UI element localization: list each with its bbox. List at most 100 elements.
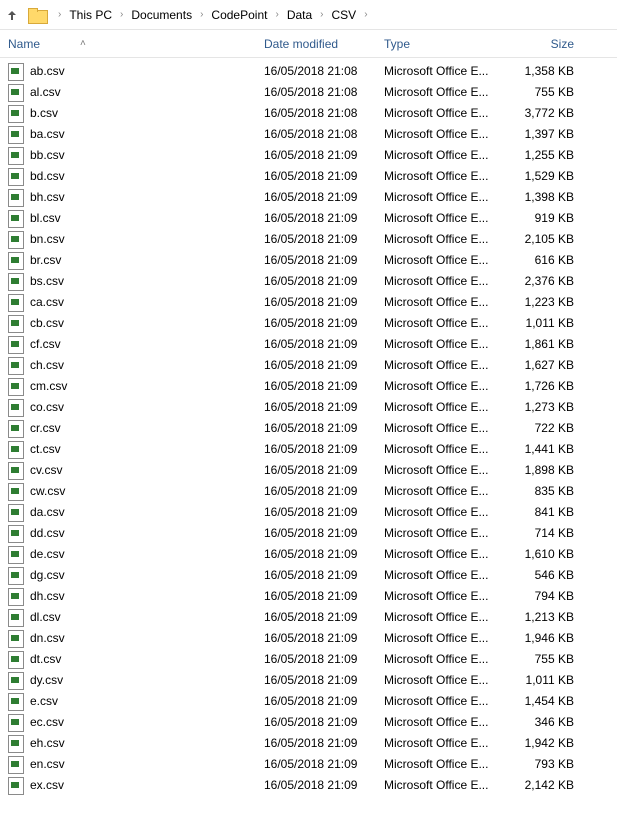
file-row[interactable]: ct.csv16/05/2018 21:09Microsoft Office E…: [0, 438, 617, 459]
file-name: dh.csv: [30, 589, 264, 603]
file-row[interactable]: da.csv16/05/2018 21:09Microsoft Office E…: [0, 501, 617, 522]
csv-file-icon: [8, 210, 24, 226]
column-header-size[interactable]: Size: [504, 37, 584, 51]
file-row[interactable]: bd.csv16/05/2018 21:09Microsoft Office E…: [0, 165, 617, 186]
chevron-right-icon[interactable]: ›: [120, 9, 123, 20]
csv-file-icon: [8, 63, 24, 79]
csv-file-icon: [8, 693, 24, 709]
file-size: 546 KB: [504, 568, 584, 582]
column-header-date[interactable]: Date modified: [264, 37, 384, 51]
up-arrow-icon[interactable]: [4, 7, 20, 23]
file-row[interactable]: ca.csv16/05/2018 21:09Microsoft Office E…: [0, 291, 617, 312]
breadcrumb-item[interactable]: CSV: [330, 6, 359, 24]
column-header-name[interactable]: Name ˄: [8, 37, 264, 51]
file-size: 2,376 KB: [504, 274, 584, 288]
chevron-right-icon[interactable]: ›: [200, 9, 203, 20]
file-row[interactable]: co.csv16/05/2018 21:09Microsoft Office E…: [0, 396, 617, 417]
file-date: 16/05/2018 21:09: [264, 358, 384, 372]
file-date: 16/05/2018 21:09: [264, 421, 384, 435]
file-date: 16/05/2018 21:09: [264, 505, 384, 519]
file-name: cf.csv: [30, 337, 264, 351]
csv-file-icon: [8, 462, 24, 478]
chevron-right-icon[interactable]: ›: [58, 9, 61, 20]
file-size: 1,627 KB: [504, 358, 584, 372]
file-row[interactable]: dh.csv16/05/2018 21:09Microsoft Office E…: [0, 585, 617, 606]
file-row[interactable]: al.csv16/05/2018 21:08Microsoft Office E…: [0, 81, 617, 102]
file-type: Microsoft Office E...: [384, 442, 504, 456]
file-size: 919 KB: [504, 211, 584, 225]
file-row[interactable]: cm.csv16/05/2018 21:09Microsoft Office E…: [0, 375, 617, 396]
file-name: en.csv: [30, 757, 264, 771]
breadcrumb-item[interactable]: Documents: [129, 6, 194, 24]
file-row[interactable]: dg.csv16/05/2018 21:09Microsoft Office E…: [0, 564, 617, 585]
file-row[interactable]: dt.csv16/05/2018 21:09Microsoft Office E…: [0, 648, 617, 669]
file-row[interactable]: ex.csv16/05/2018 21:09Microsoft Office E…: [0, 774, 617, 795]
csv-file-icon: [8, 105, 24, 121]
file-row[interactable]: cr.csv16/05/2018 21:09Microsoft Office E…: [0, 417, 617, 438]
chevron-right-icon[interactable]: ›: [320, 9, 323, 20]
csv-file-icon: [8, 168, 24, 184]
csv-file-icon: [8, 126, 24, 142]
file-row[interactable]: cb.csv16/05/2018 21:09Microsoft Office E…: [0, 312, 617, 333]
file-date: 16/05/2018 21:08: [264, 64, 384, 78]
file-row[interactable]: dd.csv16/05/2018 21:09Microsoft Office E…: [0, 522, 617, 543]
breadcrumb-item[interactable]: Data: [285, 6, 314, 24]
file-date: 16/05/2018 21:08: [264, 106, 384, 120]
csv-file-icon: [8, 84, 24, 100]
file-row[interactable]: cf.csv16/05/2018 21:09Microsoft Office E…: [0, 333, 617, 354]
chevron-right-icon[interactable]: ›: [364, 9, 367, 20]
file-size: 1,398 KB: [504, 190, 584, 204]
file-name: da.csv: [30, 505, 264, 519]
file-row[interactable]: b.csv16/05/2018 21:08Microsoft Office E.…: [0, 102, 617, 123]
file-row[interactable]: bs.csv16/05/2018 21:09Microsoft Office E…: [0, 270, 617, 291]
file-name: dd.csv: [30, 526, 264, 540]
breadcrumb-item[interactable]: CodePoint: [209, 6, 269, 24]
file-date: 16/05/2018 21:09: [264, 631, 384, 645]
file-row[interactable]: br.csv16/05/2018 21:09Microsoft Office E…: [0, 249, 617, 270]
file-row[interactable]: eh.csv16/05/2018 21:09Microsoft Office E…: [0, 732, 617, 753]
breadcrumb-item[interactable]: This PC: [67, 6, 114, 24]
address-bar[interactable]: › This PC › Documents › CodePoint › Data…: [0, 0, 617, 30]
file-row[interactable]: dn.csv16/05/2018 21:09Microsoft Office E…: [0, 627, 617, 648]
file-row[interactable]: ch.csv16/05/2018 21:09Microsoft Office E…: [0, 354, 617, 375]
file-date: 16/05/2018 21:09: [264, 442, 384, 456]
file-row[interactable]: bl.csv16/05/2018 21:09Microsoft Office E…: [0, 207, 617, 228]
file-type: Microsoft Office E...: [384, 715, 504, 729]
file-row[interactable]: cv.csv16/05/2018 21:09Microsoft Office E…: [0, 459, 617, 480]
file-row[interactable]: ba.csv16/05/2018 21:08Microsoft Office E…: [0, 123, 617, 144]
file-row[interactable]: ab.csv16/05/2018 21:08Microsoft Office E…: [0, 60, 617, 81]
file-name: dl.csv: [30, 610, 264, 624]
file-size: 755 KB: [504, 652, 584, 666]
file-date: 16/05/2018 21:08: [264, 85, 384, 99]
file-size: 2,105 KB: [504, 232, 584, 246]
file-name: ex.csv: [30, 778, 264, 792]
file-type: Microsoft Office E...: [384, 568, 504, 582]
csv-file-icon: [8, 588, 24, 604]
file-row[interactable]: bh.csv16/05/2018 21:09Microsoft Office E…: [0, 186, 617, 207]
file-row[interactable]: cw.csv16/05/2018 21:09Microsoft Office E…: [0, 480, 617, 501]
file-size: 1,358 KB: [504, 64, 584, 78]
column-header-type[interactable]: Type: [384, 37, 504, 51]
file-row[interactable]: de.csv16/05/2018 21:09Microsoft Office E…: [0, 543, 617, 564]
file-name: ec.csv: [30, 715, 264, 729]
file-size: 1,529 KB: [504, 169, 584, 183]
file-row[interactable]: dl.csv16/05/2018 21:09Microsoft Office E…: [0, 606, 617, 627]
file-row[interactable]: ec.csv16/05/2018 21:09Microsoft Office E…: [0, 711, 617, 732]
csv-file-icon: [8, 420, 24, 436]
file-name: co.csv: [30, 400, 264, 414]
file-row[interactable]: bn.csv16/05/2018 21:09Microsoft Office E…: [0, 228, 617, 249]
file-row[interactable]: en.csv16/05/2018 21:09Microsoft Office E…: [0, 753, 617, 774]
column-header-label: Size: [551, 37, 574, 51]
column-header-label: Name: [8, 37, 40, 51]
file-row[interactable]: dy.csv16/05/2018 21:09Microsoft Office E…: [0, 669, 617, 690]
file-date: 16/05/2018 21:09: [264, 526, 384, 540]
file-date: 16/05/2018 21:09: [264, 316, 384, 330]
file-row[interactable]: e.csv16/05/2018 21:09Microsoft Office E.…: [0, 690, 617, 711]
csv-file-icon: [8, 315, 24, 331]
csv-file-icon: [8, 336, 24, 352]
csv-file-icon: [8, 189, 24, 205]
chevron-right-icon[interactable]: ›: [275, 9, 278, 20]
file-size: 722 KB: [504, 421, 584, 435]
file-type: Microsoft Office E...: [384, 631, 504, 645]
file-row[interactable]: bb.csv16/05/2018 21:09Microsoft Office E…: [0, 144, 617, 165]
